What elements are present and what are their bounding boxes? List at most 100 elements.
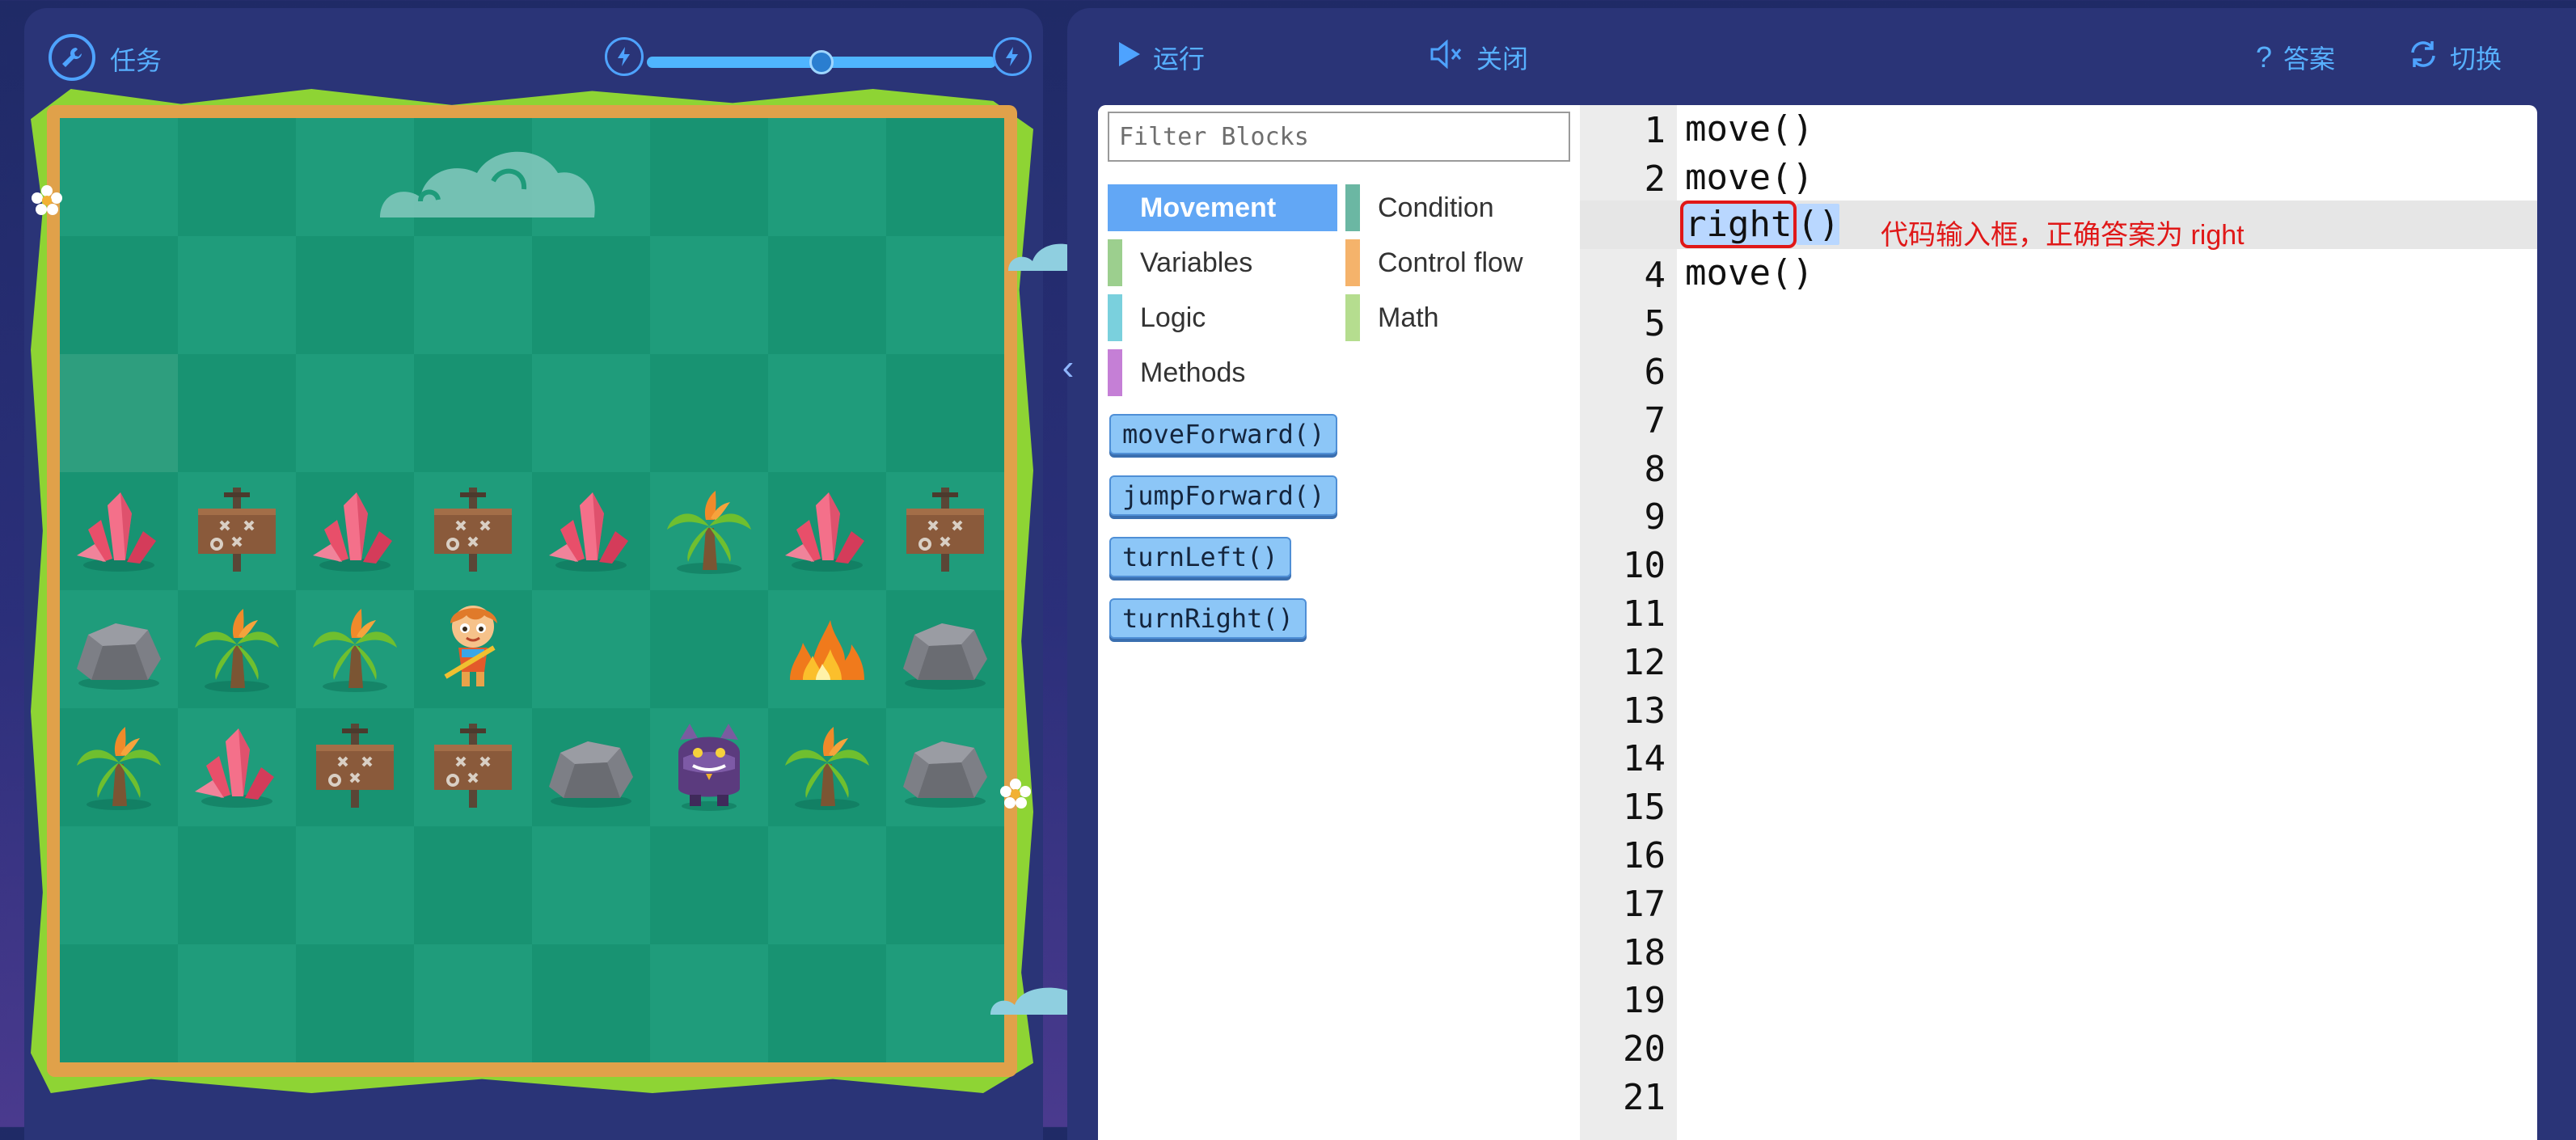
game-panel: 任务 [24,8,1089,1140]
block-turn-right[interactable]: turnRight() [1109,598,1307,639]
block-jump-forward[interactable]: jumpForward() [1109,475,1338,516]
category-logic[interactable]: Logic [1108,294,1337,341]
wrench-icon[interactable] [49,34,95,81]
board-cell [60,236,178,354]
line-number: 10 [1623,545,1666,587]
crystal-icon [779,481,876,582]
board-cell-signpost [296,708,414,826]
speaker-mute-icon [1429,39,1465,75]
code-line[interactable]: move() [1685,252,1814,293]
line-number: 7 [1644,399,1666,441]
board-cell-rock [886,708,1004,826]
run-button[interactable]: 运行 [1117,39,1205,76]
board-cell [296,826,414,944]
filter-blocks-input[interactable] [1108,112,1570,162]
line-number: 12 [1623,641,1666,683]
line-number: 8 [1644,448,1666,490]
category-label: Logic [1140,302,1206,333]
crystal-icon [70,481,167,582]
board-cell [768,236,886,354]
answer-button[interactable]: ? 答案 [2256,39,2335,76]
board-cell [886,118,1004,236]
board-cell [60,826,178,944]
line-number: 14 [1623,738,1666,780]
board-cell [768,354,886,472]
code-editor[interactable]: move() move() right() move() 代码输入框，正确答案为… [1580,105,2537,1140]
board-cell [650,944,768,1062]
switch-button[interactable]: 切换 [2408,39,2502,76]
run-label: 运行 [1153,44,1206,74]
board-cell [414,826,532,944]
category-control-flow[interactable]: Control flow [1345,239,1572,286]
category-label: Condition [1378,192,1494,223]
board-cell [178,944,296,1062]
mute-button[interactable]: 关闭 [1429,39,1528,76]
board-cell [532,236,650,354]
category-movement[interactable]: Movement [1108,184,1337,231]
category-label: Methods [1140,357,1246,388]
code-line[interactable]: right() [1680,201,1840,248]
board-cell-crystal [296,472,414,590]
board-cell [650,118,768,236]
collapse-panel-chevron-icon[interactable]: ‹ [1058,340,1079,396]
line-number: 13 [1623,690,1666,732]
board-cell-signpost [886,472,1004,590]
board-cell-rock [886,590,1004,708]
line-number: 9 [1644,496,1666,538]
task-label[interactable]: 任务 [110,40,162,78]
category-condition[interactable]: Condition [1345,184,1572,231]
flower-icon [31,184,63,221]
line-number: 18 [1623,931,1666,973]
board-cell [296,944,414,1062]
board-cell [650,590,768,708]
board-cell-crystal [178,708,296,826]
board-cell [414,354,532,472]
block-move-forward[interactable]: moveForward() [1109,414,1338,454]
board-cell-crystal [768,472,886,590]
code-panel: 运行 关闭 ? 答案 切换 Movement Condition Variabl… [1067,8,2576,1140]
board-cell [886,236,1004,354]
crystal-icon [543,481,640,582]
line-number: 16 [1623,835,1666,876]
board-cell [532,354,650,472]
board-cell [532,826,650,944]
line-number: 15 [1623,787,1666,829]
code-line[interactable]: move() [1685,108,1814,150]
speed-fast-icon[interactable] [993,37,1032,76]
palm-icon [779,717,876,818]
category-math[interactable]: Math [1345,294,1572,341]
code-line[interactable]: move() [1685,157,1814,198]
block-turn-left[interactable]: turnLeft() [1109,537,1291,577]
board-cell [886,354,1004,472]
speed-slider-knob[interactable] [809,50,834,74]
line-number: 5 [1644,303,1666,345]
signpost-icon [188,481,285,582]
question-icon: ? [2256,40,2273,74]
board-cell-palm [178,590,296,708]
board-cell-crystal [532,472,650,590]
play-icon [1117,40,1142,74]
board-cell-fire [768,590,886,708]
speed-slow-icon[interactable] [605,37,644,76]
board-cell [886,826,1004,944]
crystal-icon [306,481,403,582]
category-methods[interactable]: Methods [1108,349,1337,396]
board-cell-signpost [414,472,532,590]
board-cell [178,354,296,472]
selected-code-word[interactable]: right [1680,201,1797,248]
palm-icon [306,599,403,700]
category-variables[interactable]: Variables [1108,239,1337,286]
crystal-icon [188,717,285,818]
code-toolbar: 运行 关闭 ? 答案 切换 [1067,8,2576,105]
line-number: 21 [1623,1077,1666,1118]
board-cell [414,236,532,354]
refresh-icon [2408,40,2439,75]
cloud-icon [372,121,614,252]
signpost-icon [424,481,522,582]
monster-icon [661,717,758,818]
fire-icon [779,599,876,700]
line-number: 20 [1623,1028,1666,1070]
category-label: Math [1378,302,1439,333]
board-cell [178,236,296,354]
speed-slider[interactable] [647,50,996,74]
